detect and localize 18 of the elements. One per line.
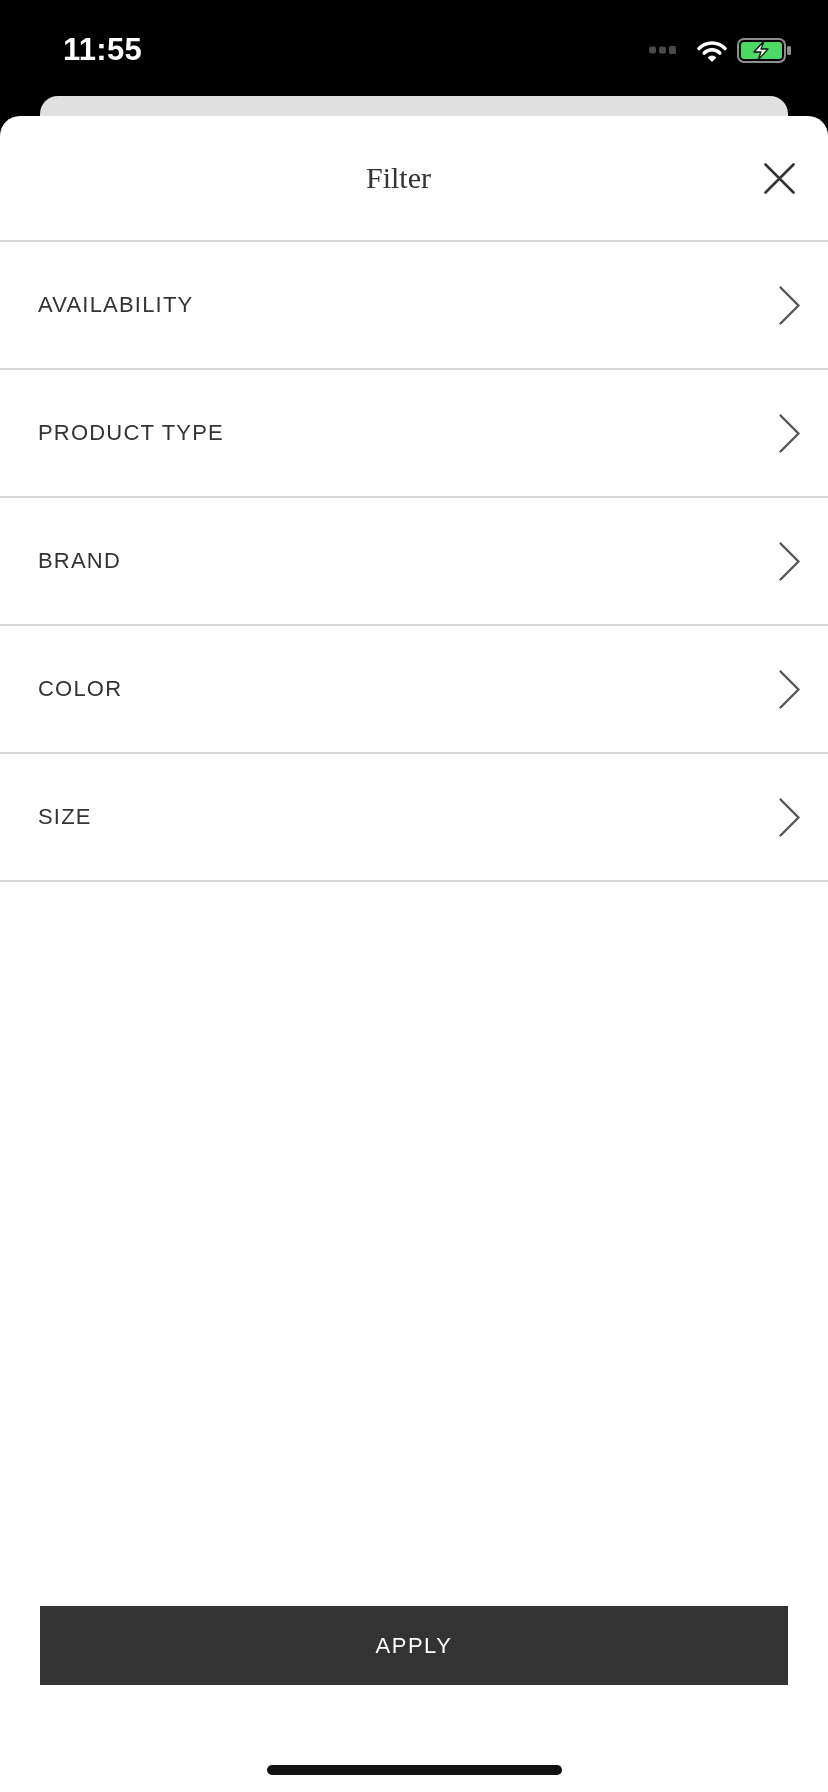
filter-row[interactable]: COLOR <box>0 626 828 754</box>
filter-row[interactable]: SIZE <box>0 754 828 882</box>
status-time: 11:55 <box>63 32 143 68</box>
close-icon <box>764 162 795 194</box>
apply-button[interactable]: APPLY <box>40 1606 788 1685</box>
filter-row[interactable]: BRAND <box>0 498 828 626</box>
signal-icon <box>649 46 676 54</box>
chevron-right-icon <box>779 413 800 453</box>
sheet-title: Filter <box>366 161 431 195</box>
battery-charging-icon <box>737 37 791 63</box>
chevron-right-icon <box>779 541 800 581</box>
close-button[interactable] <box>762 160 797 196</box>
chevron-right-icon <box>779 797 800 837</box>
wifi-icon <box>696 38 728 62</box>
chevron-right-icon <box>779 669 800 709</box>
chevron-right-icon <box>779 285 800 325</box>
filter-row[interactable]: AVAILABILITY <box>0 242 828 370</box>
filter-row[interactable]: PRODUCT TYPE <box>0 370 828 498</box>
